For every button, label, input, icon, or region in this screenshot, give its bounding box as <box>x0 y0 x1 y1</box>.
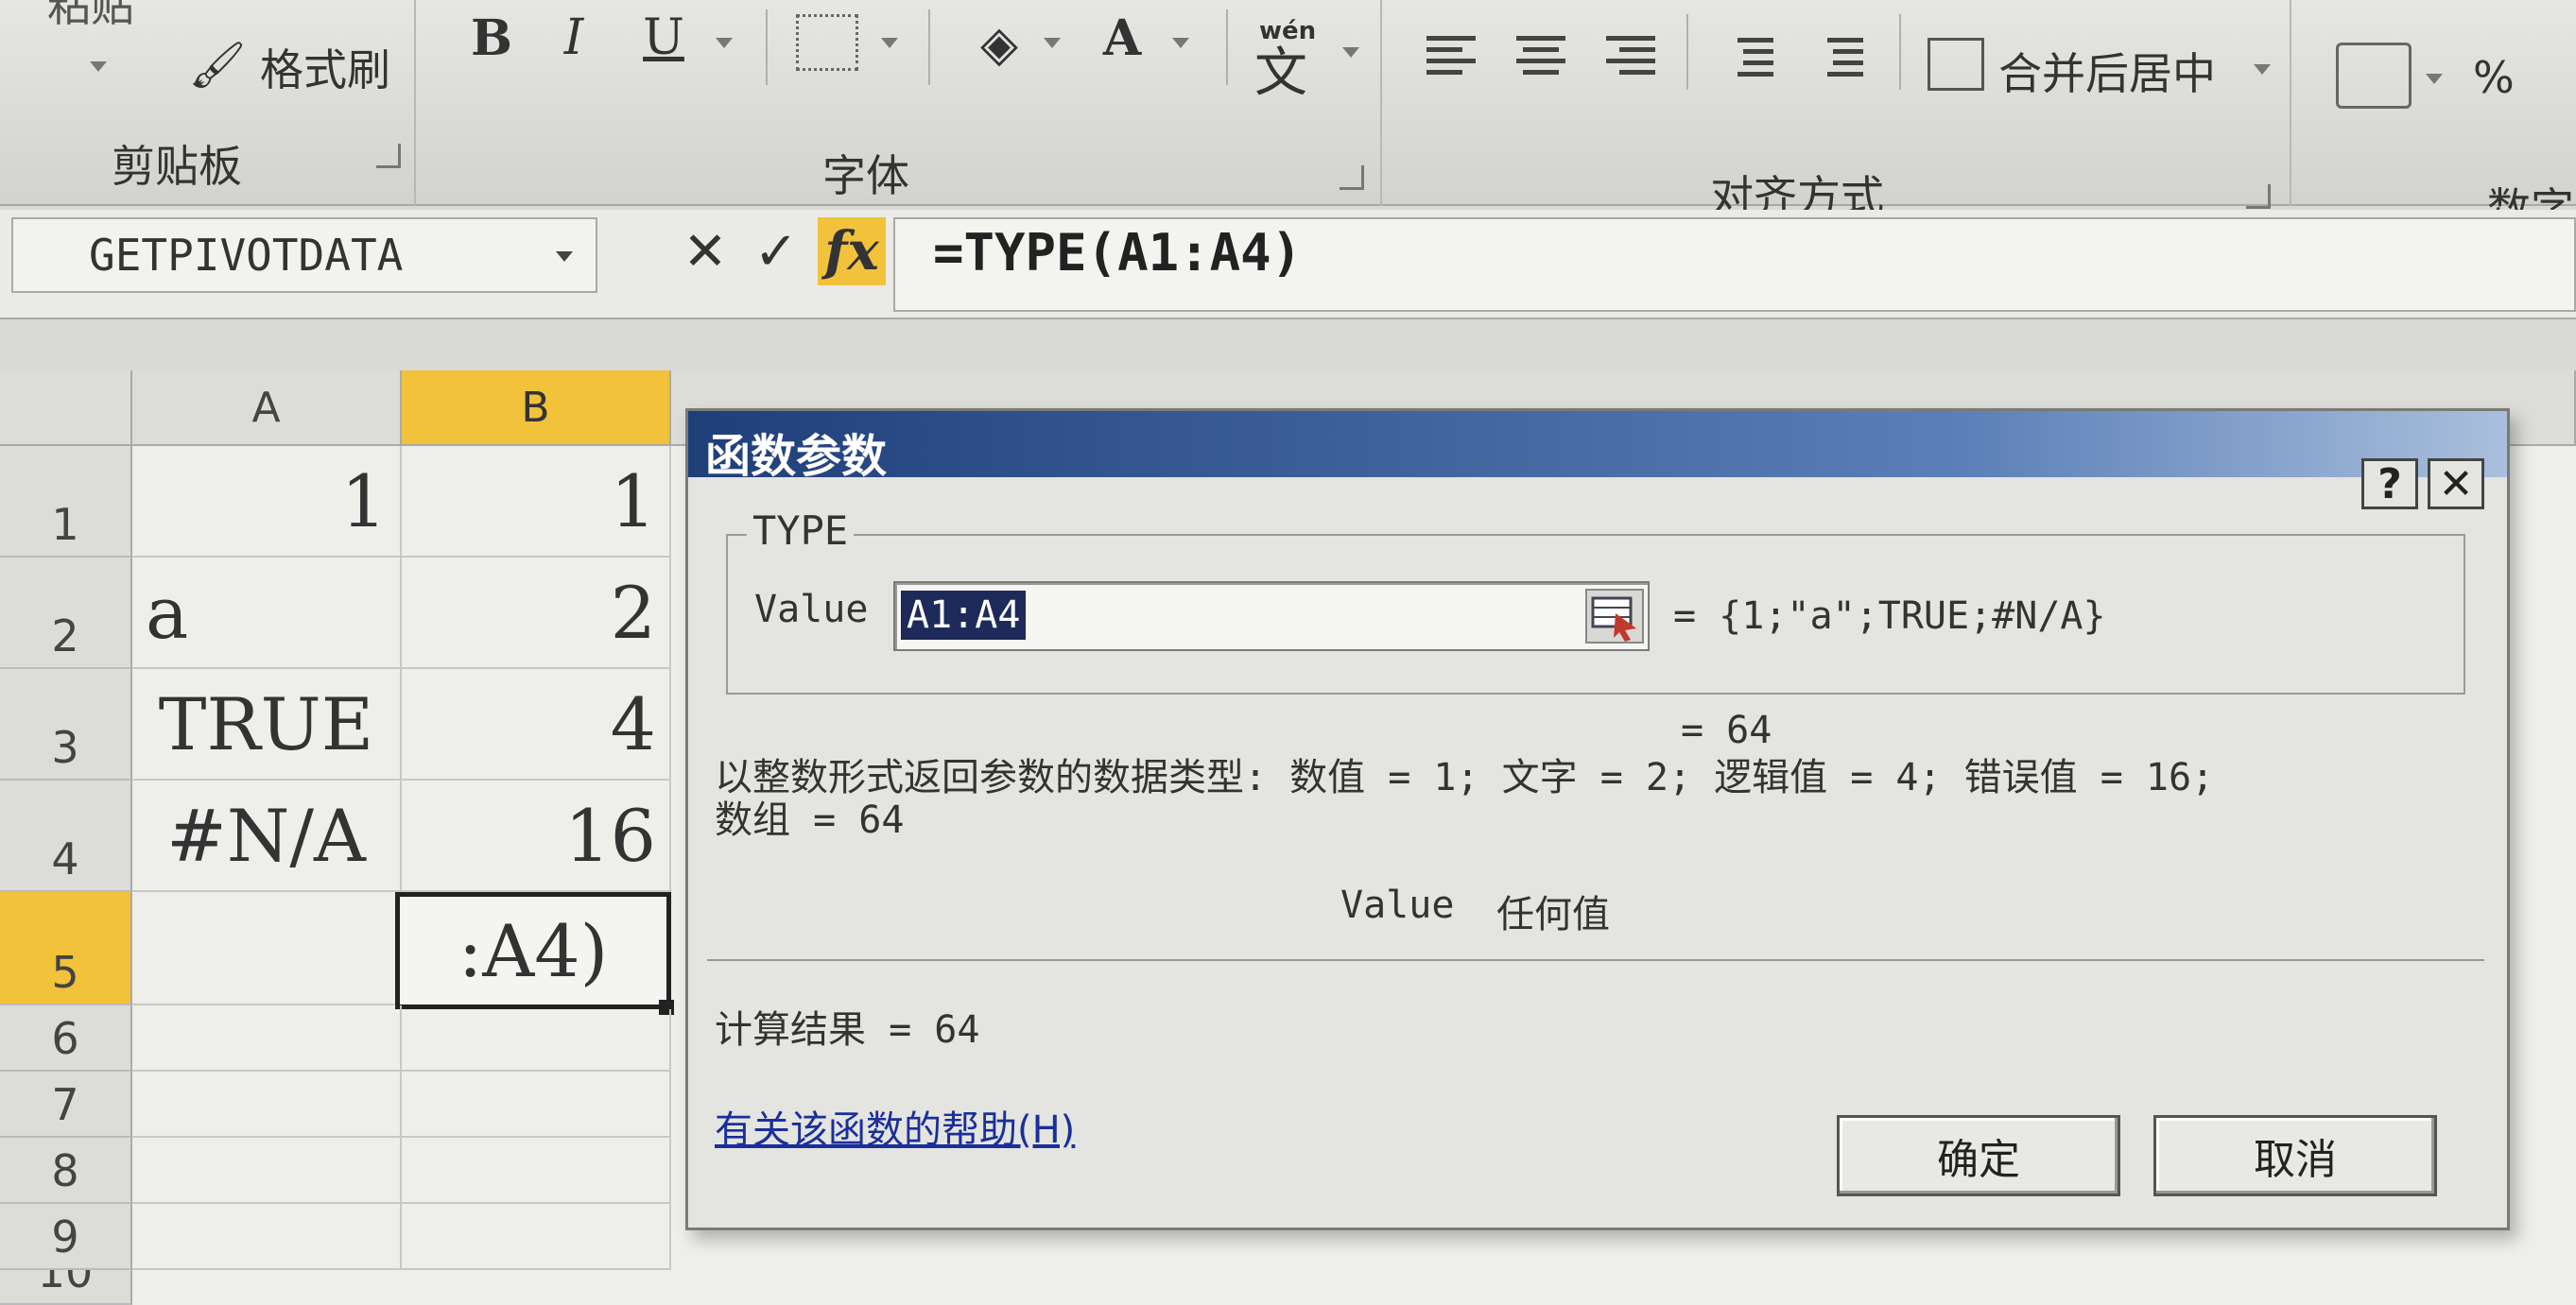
cell-a9[interactable] <box>132 1204 402 1270</box>
font-color-dropdown-icon[interactable] <box>1172 38 1189 48</box>
cell-b4[interactable]: 16 <box>402 781 671 892</box>
arg-help-text: 任何值 <box>1496 893 1610 936</box>
clipboard-group-title: 剪贴板 <box>112 141 242 192</box>
cell-b6[interactable] <box>402 1009 671 1072</box>
dialog-title: 函数参数 <box>705 430 888 483</box>
name-box-dropdown-icon[interactable] <box>556 251 573 262</box>
arg-help-name: Value <box>1340 884 1455 927</box>
merge-center-button[interactable]: 合并后居中 <box>1998 40 2216 102</box>
row-header-10[interactable]: 10 <box>0 1270 132 1305</box>
row-header-9[interactable]: 9 <box>0 1204 132 1270</box>
merge-center-dropdown-icon[interactable] <box>2254 64 2271 75</box>
value-arg-input[interactable]: A1:A4 <box>893 581 1650 651</box>
dialog-help-button[interactable]: ? <box>2361 458 2418 509</box>
value-arg-label: Value <box>754 588 869 631</box>
align-center-icon[interactable] <box>1516 36 1565 75</box>
ok-button[interactable]: 确定 <box>1837 1115 2120 1196</box>
dialog-divider <box>707 959 2484 961</box>
cell-b3[interactable]: 4 <box>402 669 671 781</box>
fill-color-dropdown-icon[interactable] <box>1044 38 1061 48</box>
row-header-3[interactable]: 3 <box>0 669 132 781</box>
dialog-titlebar[interactable]: 函数参数 <box>688 411 2507 483</box>
dialog-close-button[interactable]: ✕ <box>2428 458 2484 509</box>
row-header-4[interactable]: 4 <box>0 781 132 892</box>
cell-a7[interactable] <box>132 1072 402 1138</box>
cell-b7[interactable] <box>402 1072 671 1138</box>
cancel-formula-button[interactable]: ✕ <box>671 217 739 285</box>
calc-result: 计算结果 = 64 <box>715 1008 980 1052</box>
font-launcher-icon[interactable] <box>1340 165 1364 190</box>
cell-b8[interactable] <box>402 1138 671 1204</box>
border-icon[interactable] <box>796 14 858 71</box>
value-arg-text: A1:A4 <box>901 591 1027 640</box>
alignment-group: 合并后居中 对齐方式 <box>1384 0 2291 222</box>
clipboard-group: 粘贴 🖌 格式刷 剪贴板 <box>0 0 416 206</box>
increase-indent-icon[interactable] <box>1814 38 1863 77</box>
paste-button[interactable]: 粘贴 <box>47 0 134 34</box>
value-arg-result: = {1;"a";TRUE;#N/A} <box>1673 594 2106 638</box>
cell-b9[interactable] <box>402 1204 671 1270</box>
function-help-link[interactable]: 有关该函数的帮助(H) <box>715 1099 1075 1154</box>
row-header-1[interactable]: 1 <box>0 446 132 558</box>
italic-button[interactable]: I <box>545 9 602 66</box>
cell-b2[interactable]: 2 <box>402 558 671 669</box>
cell-a5[interactable] <box>132 892 402 1005</box>
cell-b1[interactable]: 1 <box>402 446 671 558</box>
align-right-icon[interactable] <box>1606 36 1655 75</box>
function-name-label: TYPE <box>747 507 855 554</box>
fill-color-icon[interactable]: ◈ <box>966 11 1032 77</box>
format-painter-button[interactable]: 格式刷 <box>260 36 390 98</box>
row-header-8[interactable]: 8 <box>0 1138 132 1204</box>
underline-button[interactable]: U <box>635 9 692 66</box>
phonetic-guide-button[interactable]: 文 <box>1254 30 1307 107</box>
function-arguments-dialog: 函数参数 ? ✕ TYPE Value A1:A4 = {1;"a";TRUE;… <box>685 408 2510 1230</box>
decrease-indent-icon[interactable] <box>1724 38 1773 77</box>
cell-a8[interactable] <box>132 1138 402 1204</box>
collapse-dialog-icon[interactable] <box>1585 589 1644 644</box>
phonetic-dropdown-icon[interactable] <box>1342 47 1359 58</box>
row-header-5[interactable]: 5 <box>0 892 132 1005</box>
bold-button[interactable]: B <box>463 9 520 67</box>
formula-bar: GETPIVOTDATA ✕ ✓ fx =TYPE(A1:A4) <box>0 210 2576 319</box>
number-group: % 数字 <box>2293 0 2576 234</box>
row-header-7[interactable]: 7 <box>0 1072 132 1138</box>
align-left-icon[interactable] <box>1426 36 1476 75</box>
format-painter-icon[interactable]: 🖌 <box>189 36 247 93</box>
cell-a2[interactable]: a <box>132 558 402 669</box>
argument-groupbox: TYPE Value A1:A4 = {1;"a";TRUE;#N/A} <box>726 507 2465 695</box>
underline-dropdown-icon[interactable] <box>716 38 733 48</box>
column-header-a[interactable]: A <box>132 370 402 446</box>
font-group: B I U ◈ A wén 文 字体 <box>418 0 1382 206</box>
column-header-b[interactable]: B <box>402 370 671 446</box>
clipboard-launcher-icon[interactable] <box>376 144 401 168</box>
cell-a3[interactable]: TRUE <box>132 669 402 781</box>
ribbon: 粘贴 🖌 格式刷 剪贴板 B I U ◈ A wén 文 字体 合并后居中 对齐… <box>0 0 2576 234</box>
cancel-button[interactable]: 取消 <box>2153 1115 2437 1196</box>
function-description-line1: 以整数形式返回参数的数据类型: 数值 = 1; 文字 = 2; 逻辑值 = 4;… <box>715 756 2215 799</box>
select-all-corner[interactable] <box>0 370 132 446</box>
row-header-2[interactable]: 2 <box>0 558 132 669</box>
font-group-title: 字体 <box>822 150 909 201</box>
function-description-line2: 数组 = 64 <box>715 798 905 842</box>
paste-dropdown-icon[interactable] <box>90 61 107 72</box>
alignment-launcher-icon[interactable] <box>2246 184 2271 209</box>
accounting-format-icon[interactable] <box>2336 43 2412 109</box>
cell-a1[interactable]: 1 <box>132 446 402 558</box>
formula-input[interactable]: =TYPE(A1:A4) <box>893 217 2576 312</box>
percent-button[interactable]: % <box>2473 52 2515 103</box>
border-dropdown-icon[interactable] <box>881 38 898 48</box>
name-box[interactable]: GETPIVOTDATA <box>11 217 597 293</box>
insert-function-button[interactable]: fx <box>818 217 886 285</box>
row-header-6[interactable]: 6 <box>0 1005 132 1072</box>
enter-formula-button[interactable]: ✓ <box>742 217 810 285</box>
cell-a6[interactable] <box>132 1005 402 1072</box>
cell-b5-editing[interactable]: :A4) <box>395 892 671 1009</box>
accounting-dropdown-icon[interactable] <box>2426 74 2443 84</box>
merge-center-icon[interactable] <box>1928 38 1984 91</box>
font-color-button[interactable]: A <box>1094 9 1150 67</box>
cell-a4[interactable]: #N/A <box>132 781 402 892</box>
